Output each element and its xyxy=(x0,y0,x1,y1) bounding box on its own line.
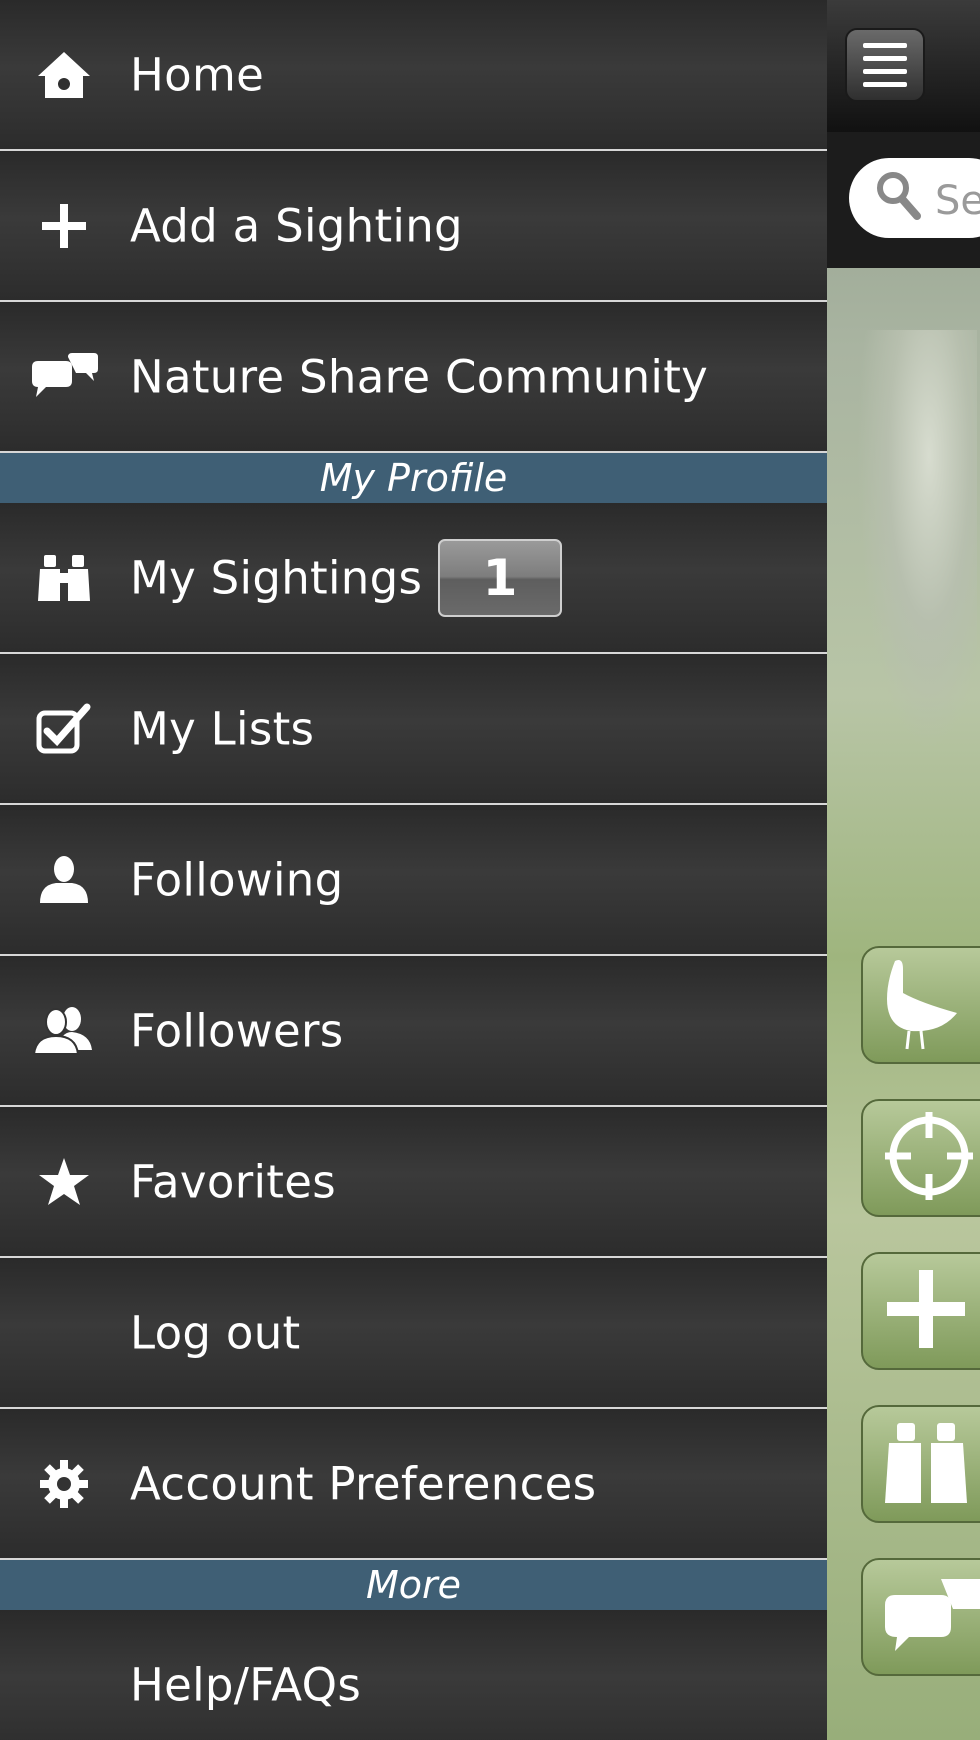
menu-item-label: My Sightings xyxy=(130,551,423,604)
menu-item-label: Home xyxy=(130,48,265,101)
menu-item-community[interactable]: Nature Share Community xyxy=(0,302,827,453)
menu-item-my-lists[interactable]: My Lists xyxy=(0,654,827,805)
locate-button[interactable] xyxy=(861,1099,980,1217)
person-icon xyxy=(28,850,100,910)
add-button[interactable] xyxy=(861,1252,980,1370)
menu-item-my-sightings[interactable]: My Sightings 1 xyxy=(0,503,827,654)
hamburger-line xyxy=(863,56,907,61)
section-header-my-profile: My Profile xyxy=(0,453,827,503)
hamburger-line xyxy=(863,43,907,48)
menu-item-log-out[interactable]: Log out xyxy=(0,1258,827,1409)
menu-item-favorites[interactable]: Favorites xyxy=(0,1107,827,1258)
search-bar: Se xyxy=(827,132,980,268)
bird-photo xyxy=(857,330,977,750)
community-button[interactable] xyxy=(861,1558,980,1676)
menu-item-help-faqs[interactable]: Help/FAQs xyxy=(0,1610,827,1740)
plus-icon xyxy=(28,196,100,256)
home-icon xyxy=(28,45,100,105)
top-bar xyxy=(827,0,980,132)
menu-toggle-button[interactable] xyxy=(845,28,925,102)
menu-item-label: My Lists xyxy=(130,702,315,755)
binoculars-icon xyxy=(881,1417,971,1511)
chat-bubbles-icon xyxy=(28,347,100,407)
chat-bubbles-icon xyxy=(881,1575,980,1659)
menu-item-label: Favorites xyxy=(130,1155,336,1208)
menu-item-label: Nature Share Community xyxy=(130,350,709,403)
background-app-view: Se xyxy=(827,0,980,1740)
section-header-more: More xyxy=(0,1560,827,1610)
gear-icon xyxy=(28,1454,100,1514)
menu-item-label: Help/FAQs xyxy=(130,1658,362,1711)
menu-item-home[interactable]: Home xyxy=(0,0,827,151)
menu-item-label: Following xyxy=(130,853,344,906)
menu-item-followers[interactable]: Followers xyxy=(0,956,827,1107)
side-menu-drawer: Home Add a Sighting Nature Share Communi… xyxy=(0,0,827,1740)
menu-item-label: Account Preferences xyxy=(130,1457,597,1510)
plus-icon xyxy=(881,1264,971,1358)
star-icon xyxy=(28,1152,100,1212)
checkbox-icon xyxy=(28,699,100,759)
bird-icon xyxy=(881,953,961,1057)
bird-button[interactable] xyxy=(861,946,980,1064)
hamburger-line xyxy=(863,69,907,74)
menu-item-following[interactable]: Following xyxy=(0,805,827,956)
hamburger-line xyxy=(863,82,907,87)
menu-item-label: Log out xyxy=(130,1306,301,1359)
sightings-button[interactable] xyxy=(861,1405,980,1523)
search-icon xyxy=(875,170,921,224)
binoculars-icon xyxy=(28,548,100,608)
target-icon xyxy=(881,1108,977,1208)
menu-item-add-sighting[interactable]: Add a Sighting xyxy=(0,151,827,302)
people-icon xyxy=(28,1001,100,1061)
sightings-count-badge: 1 xyxy=(438,538,562,617)
search-placeholder: Se xyxy=(935,178,980,224)
menu-item-label: Followers xyxy=(130,1004,344,1057)
menu-item-label: Add a Sighting xyxy=(130,199,463,252)
menu-item-account-preferences[interactable]: Account Preferences xyxy=(0,1409,827,1560)
